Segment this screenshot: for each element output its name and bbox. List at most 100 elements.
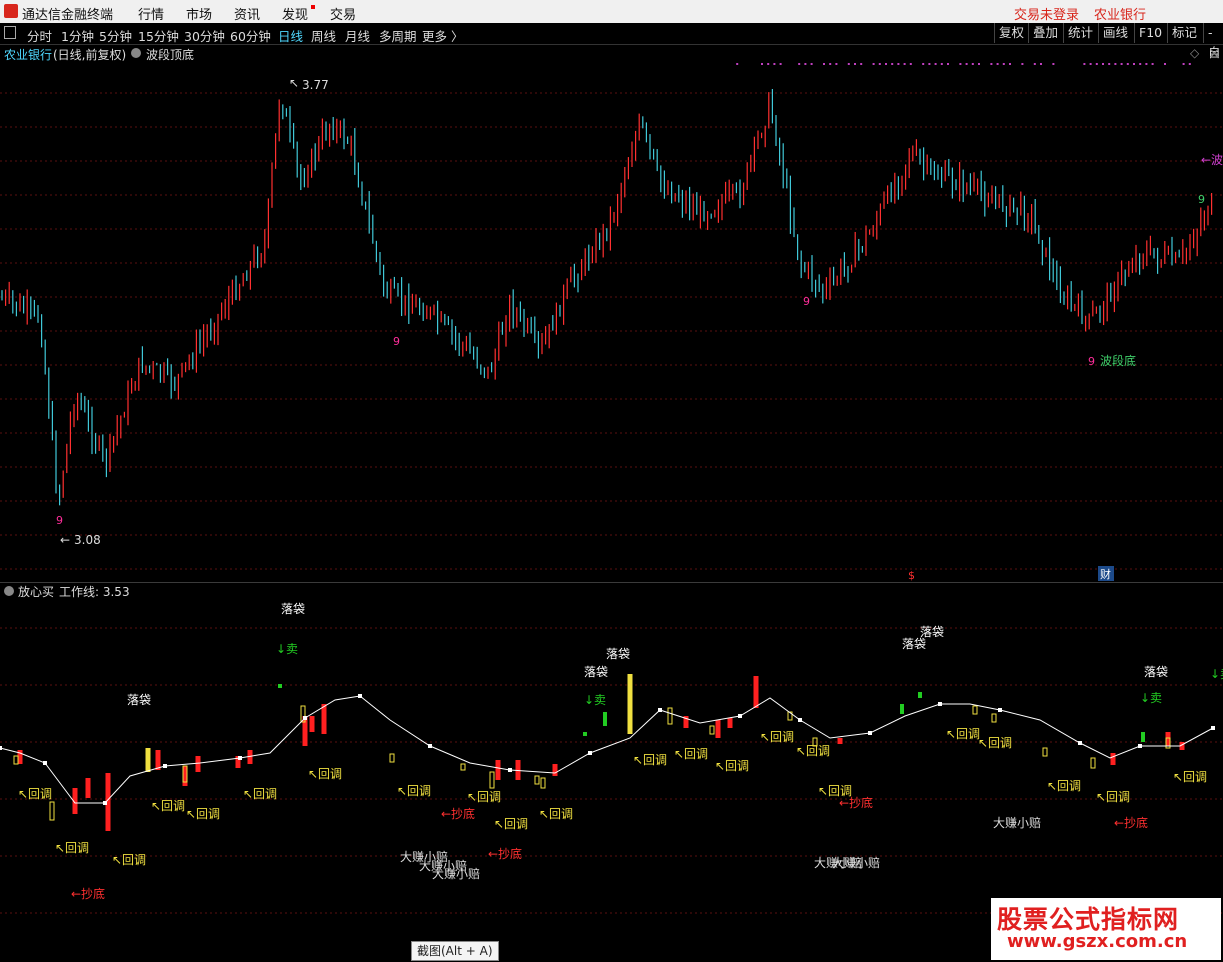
signal-dot [1126,63,1129,65]
signal-dot [1133,63,1135,65]
auto-button[interactable]: -自 [1203,23,1223,60]
menu-item-zixun[interactable]: 资讯 [234,4,260,23]
fangxinmai-chart[interactable]: 落袋落袋落袋落袋落袋落袋落袋↓卖↓卖↓卖↓卖↖回调↖回调↖回调↖回调↖回调↖回调… [0,598,1223,938]
signal-label-bottom-fish: ←抄底 [839,795,873,810]
signal-bar [321,704,327,734]
signal-label-pullback: ↖回调 [674,747,708,761]
signal-label-pullback: ↖回调 [18,787,52,801]
signal-dot [823,63,825,65]
signal-label-earn: 大赚小赔 [832,855,880,870]
work-dot [658,708,662,712]
hollow-bar [540,777,546,789]
tab-period-5min[interactable]: 5分钟 [99,26,132,45]
tab-period-monthly[interactable]: 月线 [345,26,370,45]
signal-dot [1139,63,1142,65]
hollow-bar [460,763,466,771]
signal-dot [1052,63,1055,65]
signal-dot [779,63,782,65]
signal-label-pullback: ↖回调 [796,744,830,758]
signal-dot [965,63,968,65]
menu-item-shichang[interactable]: 市场 [186,4,212,23]
menu-item-jiaoyi[interactable]: 交易 [330,4,356,23]
tab-period-more[interactable]: 更多 〉 [422,26,463,45]
work-dot [303,716,307,720]
tab-period-multi[interactable]: 多周期 [379,26,417,45]
signal-label-pullback: ↖回调 [467,790,501,804]
diamond-icon[interactable]: ◇ [1190,46,1199,60]
work-dot [428,744,432,748]
signal-dot [829,63,832,65]
notification-dot-icon [311,5,315,9]
signal-bar [309,716,315,732]
pane-divider [0,582,1223,583]
app-title: 通达信金融终端 [22,8,114,23]
signal-dot [897,63,900,65]
sidebar-toggle-icon[interactable] [4,26,16,39]
work-dot [798,718,802,722]
mark-button[interactable]: 标记 [1167,23,1201,43]
signal-label-pullback: ↖回调 [494,817,528,831]
stock-name-label: 农业银行 [4,48,53,62]
signal-label-earn: 大赚小赔 [993,815,1041,830]
work-line-dots [0,694,1215,805]
signal-dot [928,63,931,65]
dividend-marker: $ [908,569,915,582]
work-dot [508,768,512,772]
signal-bar [727,718,733,728]
signal-dot [1108,63,1111,65]
signal-label-bag: 落袋 [606,647,630,661]
signal-dot [847,63,850,65]
menu-item-faxian[interactable]: 发现 [282,4,308,23]
sell-bar [278,684,282,688]
nine-label: 9 [803,295,810,308]
signal-bar [145,748,151,772]
signal-label-sell: ↓卖 [584,693,606,707]
fuquan-button[interactable]: 复权 [994,23,1028,43]
signal-dot [773,63,776,65]
signal-dot [1182,63,1185,65]
signal-label-pullback: ↖回调 [1096,790,1130,804]
menu-item-hangqing[interactable]: 行情 [138,4,164,23]
tab-period-daily[interactable]: 日线 [278,26,303,45]
close-icon[interactable]: × [1208,44,1221,62]
tab-period-1min[interactable]: 1分钟 [61,26,94,45]
signal-dot [767,63,770,65]
f10-button[interactable]: F10 [1134,23,1166,43]
signal-dot [903,63,906,65]
overlay-button[interactable]: 叠加 [1028,23,1062,43]
tab-period-60min[interactable]: 60分钟 [230,26,271,45]
tab-period-fenshi[interactable]: 分时 [27,26,52,45]
hollow-bar [389,753,395,763]
work-dot [938,702,942,706]
signal-dot [1151,63,1154,65]
signal-label-earn: 大赚小赔 [432,866,480,881]
login-status[interactable]: 交易未登录 [1014,4,1079,23]
high-price-label: 3.77 [302,78,329,92]
work-dot [588,751,592,755]
work-dot [163,764,167,768]
tab-period-30min[interactable]: 30分钟 [184,26,225,45]
signal-dot [1114,63,1117,65]
work-dot [868,731,872,735]
chart-info-bar: 农业银行 (日线,前复权) 波段顶底 ◇ × [0,44,1223,63]
hollow-bar [972,705,978,715]
signal-dot [1102,63,1104,65]
sub-indicator-dropdown-icon[interactable] [4,586,14,596]
tab-period-15min[interactable]: 15分钟 [138,26,179,45]
tab-period-weekly[interactable]: 周线 [311,26,336,45]
main-indicator-name[interactable]: 波段顶底 [146,46,194,63]
current-stock-title: 农业银行 [1094,8,1147,23]
kline-chart[interactable]: ↖ 3.77 ← 3.08 9 9 9 9 波段底 ←波 9 $ 财 [0,63,1223,583]
draw-button[interactable]: 画线 [1098,23,1132,43]
indicator-dropdown-icon[interactable] [131,48,141,58]
signal-dot [971,63,974,65]
signal-dot [1083,63,1086,65]
signal-bar [85,778,91,798]
signal-dot [854,63,856,65]
hollow-bar [1042,747,1048,757]
signal-bar [1110,753,1116,765]
work-dot [1211,726,1215,730]
stats-button[interactable]: 统计 [1063,23,1097,43]
signal-dot [934,63,937,65]
chart-grid [0,92,1223,570]
